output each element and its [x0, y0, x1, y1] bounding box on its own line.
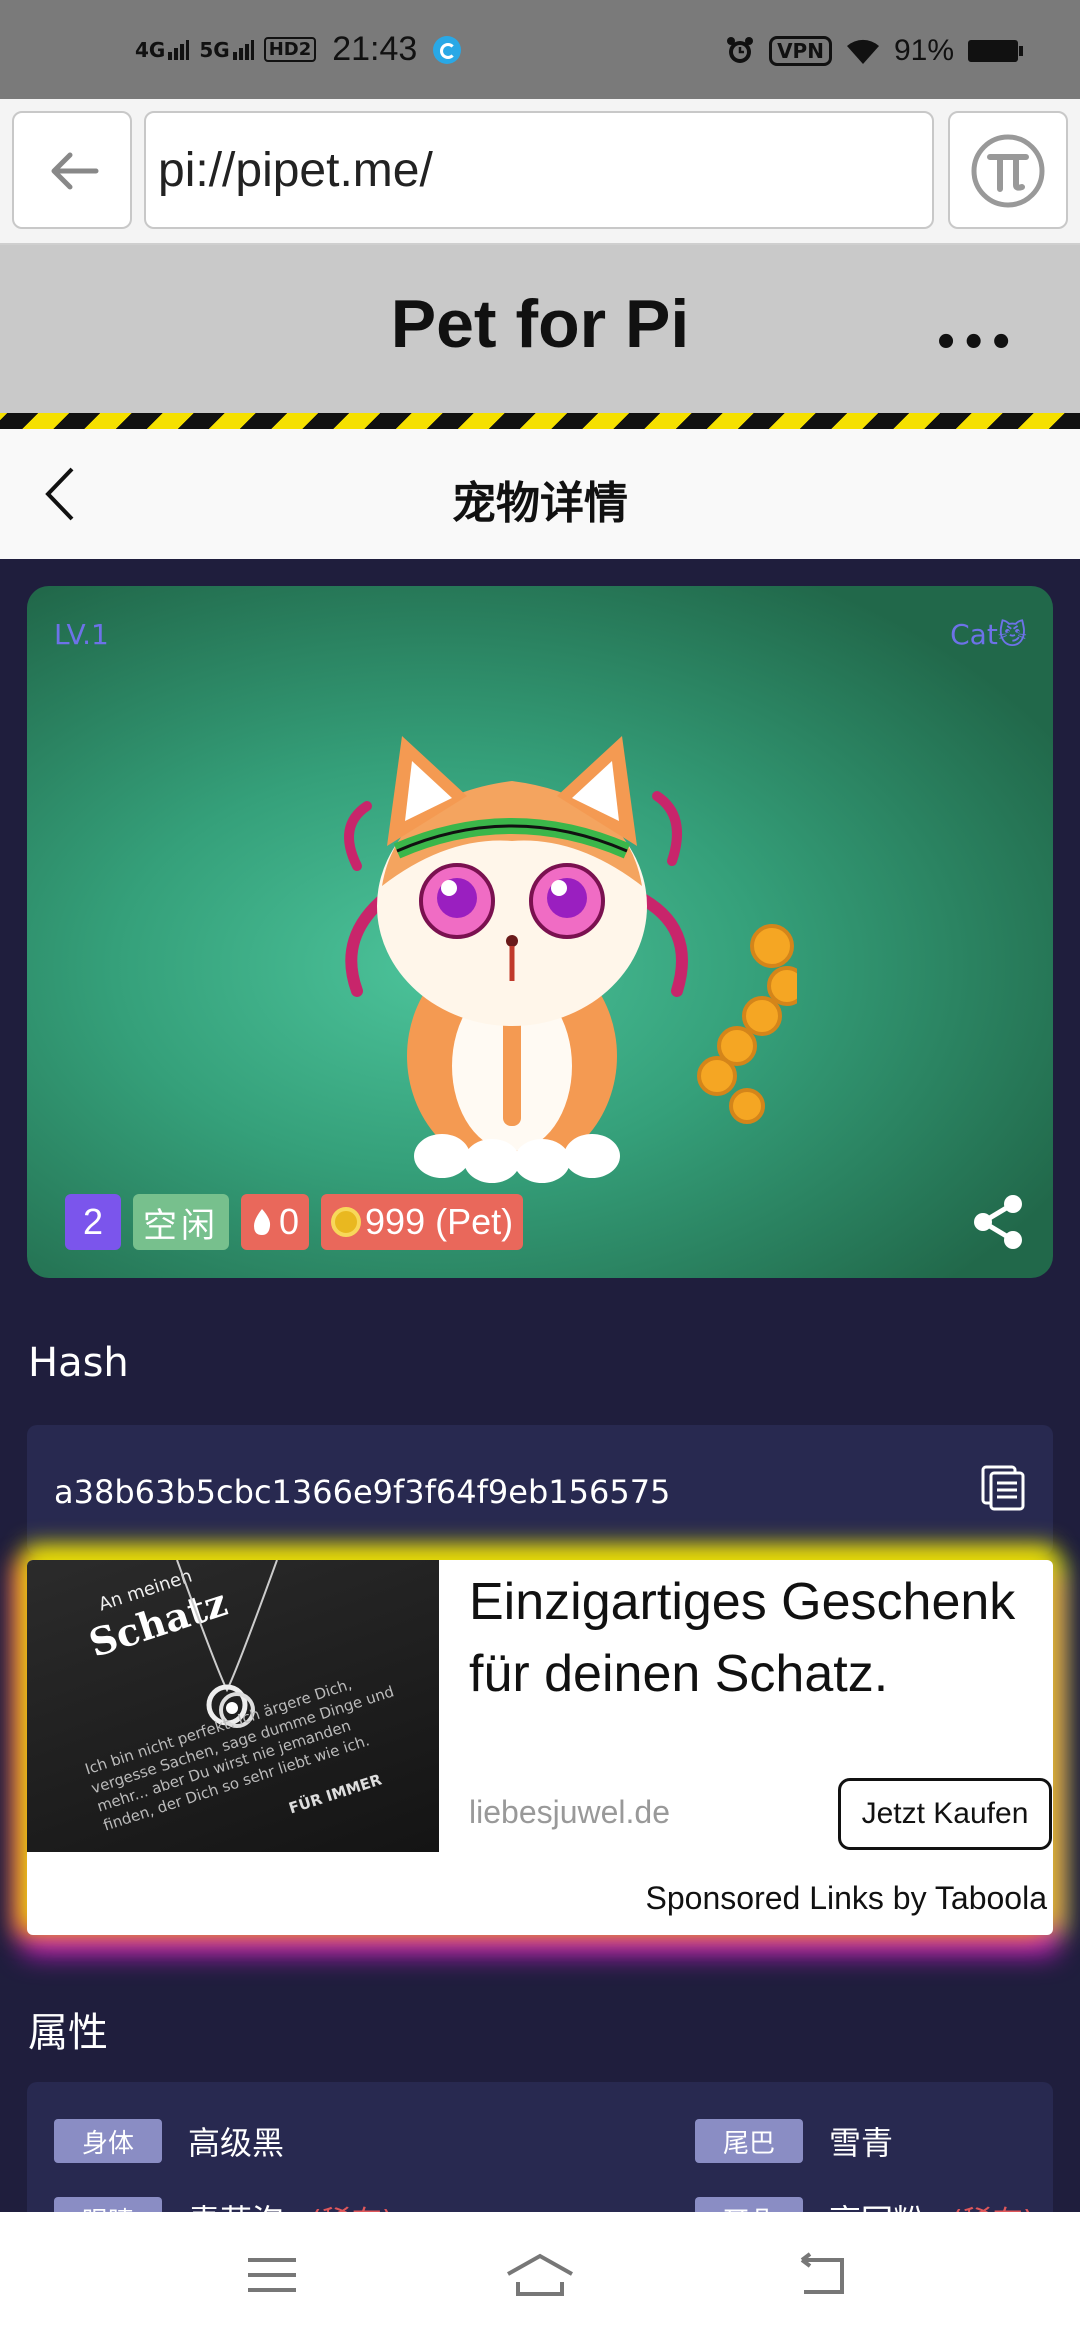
signal-4g-icon: 4G	[135, 39, 190, 60]
pet-status-tag: 空闲	[133, 1194, 229, 1250]
ad-image[interactable]: An meinen Schatz Ich bin nicht perfekt. …	[27, 1560, 439, 1852]
battery-percentage: 91%	[893, 34, 954, 67]
url-input[interactable]: pi://pipet.me/	[144, 111, 934, 229]
attribute-key: 尾巴	[695, 2119, 803, 2163]
attribute-key: 身体	[54, 2119, 162, 2163]
browser-bar: pi://pipet.me/	[0, 99, 1080, 245]
price-tag: 999 (Pet)	[321, 1194, 524, 1250]
status-right: VPN 91%	[725, 34, 1023, 68]
more-options-icon[interactable]: •••	[933, 320, 1016, 366]
ad-cta-button[interactable]: Jetzt Kaufen	[838, 1778, 1052, 1850]
ad-sponsor-link[interactable]: Sponsored Links by Taboola	[646, 1880, 1047, 1917]
pet-card: LV.1 Cat😼 2 空闲 0 999 (Pet)	[27, 586, 1053, 1278]
system-nav-bar	[0, 2212, 1080, 2340]
coin-icon	[331, 1207, 362, 1237]
status-time: 21:43	[332, 30, 418, 68]
attribute-value: 高级黑	[188, 2124, 285, 2162]
pet-tags: 2 空闲 0 999 (Pet)	[65, 1194, 524, 1250]
status-left: 4G 5G HD2 21:43	[135, 30, 462, 69]
pet-cat-image	[344, 736, 797, 1183]
signal-5g-icon: 5G	[199, 39, 254, 60]
fire-icon	[254, 1209, 271, 1235]
browser-back-button[interactable]	[12, 111, 132, 229]
page-title: 宠物详情	[452, 478, 628, 529]
attribute-row: 尾巴 雪青	[695, 2118, 893, 2164]
attribute-value: 雪青	[829, 2124, 894, 2162]
share-icon[interactable]	[969, 1192, 1029, 1252]
status-bar: 4G 5G HD2 21:43 VPN 91%	[0, 0, 1080, 99]
sponsored-ad[interactable]: An meinen Schatz Ich bin nicht perfekt. …	[27, 1560, 1053, 1935]
page-nav: 宠物详情	[0, 429, 1080, 559]
wifi-icon	[846, 39, 879, 64]
alarm-icon	[727, 37, 754, 63]
hd-voice-icon: HD2	[263, 37, 317, 62]
pet-species: Cat😼	[950, 618, 1027, 651]
home-icon[interactable]	[504, 2250, 576, 2300]
ad-headline[interactable]: Einzigartiges Geschenk für deinen Schatz…	[469, 1566, 1039, 1710]
hash-box: a38b63b5cbc1366e9f3f64f9eb156575	[27, 1425, 1053, 1555]
pet-number-tag: 2	[65, 1194, 121, 1250]
price-value: 999 (Pet)	[365, 1201, 514, 1242]
menu-icon[interactable]	[242, 2250, 302, 2300]
copy-icon[interactable]	[979, 1463, 1027, 1511]
battery-icon	[968, 40, 1023, 62]
arrow-left-icon	[51, 152, 99, 190]
hash-value: a38b63b5cbc1366e9f3f64f9eb156575	[54, 1473, 671, 1511]
app-header: Pet for Pi •••	[0, 245, 1080, 413]
attribute-row: 身体 高级黑	[54, 2118, 284, 2164]
pi-browser-button[interactable]	[948, 111, 1068, 229]
hash-label: Hash	[28, 1340, 129, 1386]
notification-app-icon	[433, 35, 462, 64]
back-icon[interactable]	[792, 2250, 852, 2300]
hazard-stripe-divider	[0, 413, 1080, 429]
app-title: Pet for Pi	[390, 286, 690, 362]
url-text: pi://pipet.me/	[158, 144, 433, 197]
vpn-icon: VPN	[769, 36, 832, 66]
pet-level: LV.1	[54, 618, 109, 651]
pi-logo-icon	[971, 134, 1045, 208]
fire-count-value: 0	[279, 1201, 300, 1242]
attributes-label: 属性	[28, 2010, 108, 2056]
tail-shape	[697, 924, 797, 1124]
ad-domain: liebesjuwel.de	[469, 1794, 671, 1830]
fire-count-tag: 0	[241, 1194, 310, 1250]
